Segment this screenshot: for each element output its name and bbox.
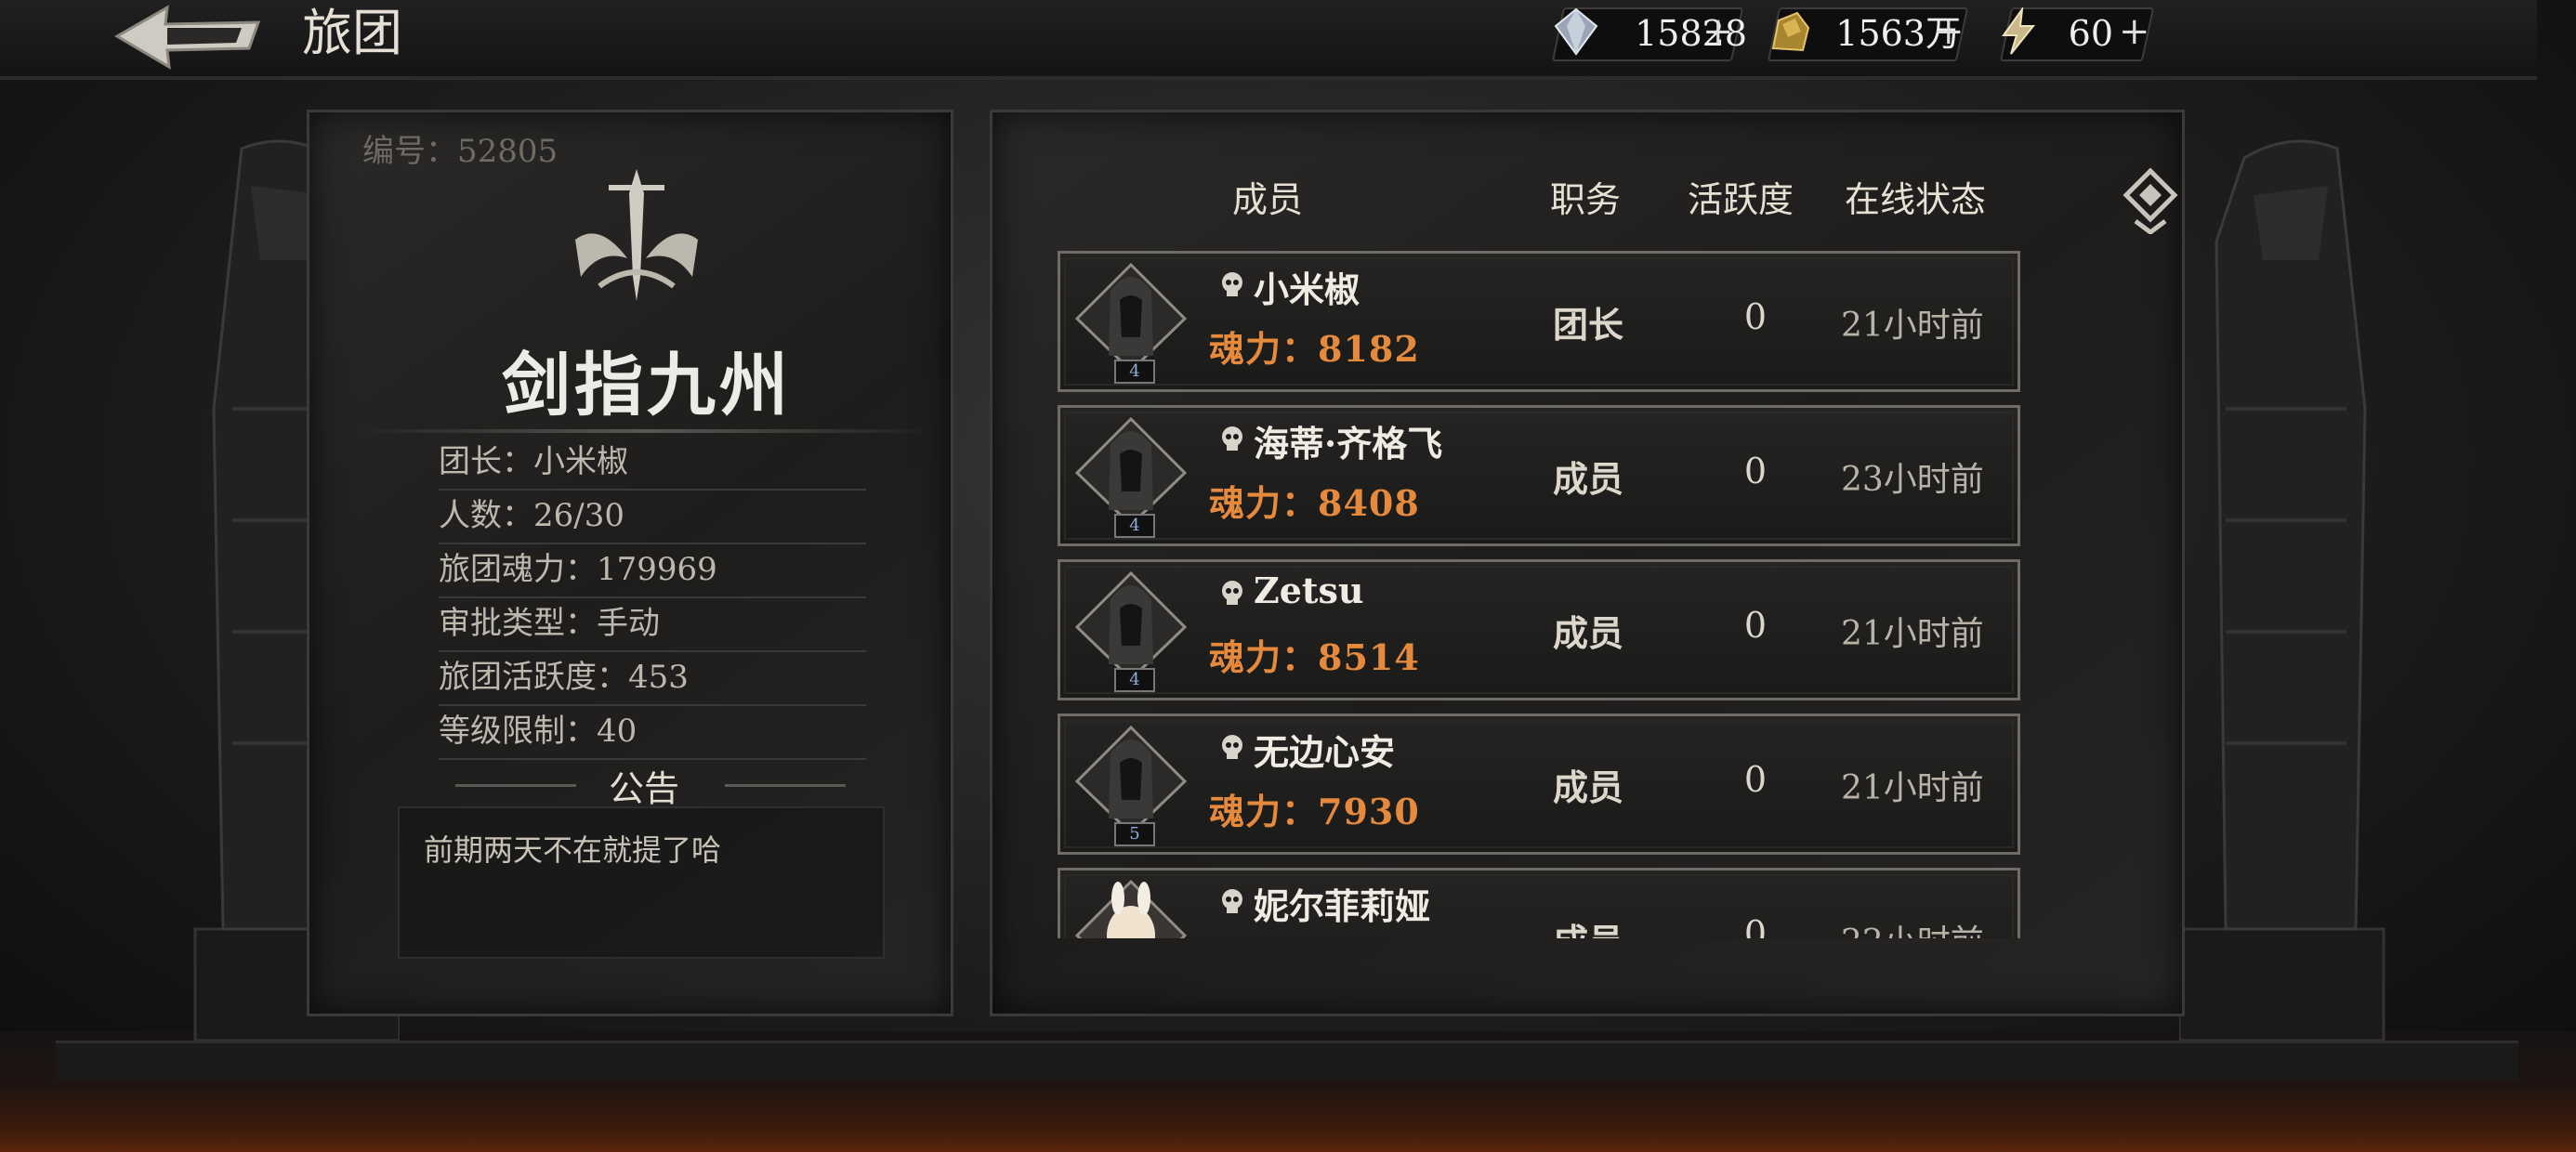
header-online-status: 在线状态: [1845, 179, 1987, 220]
member-activity: 0: [1743, 451, 1768, 491]
member-power: 魂力：8182: [1209, 328, 1420, 370]
member-row[interactable]: 4 小米椒 魂力：8182 团长 0 21小时前: [1058, 251, 2020, 392]
member-row[interactable]: 妮尔菲莉娅 成员 0 22小时前: [1058, 868, 2020, 938]
notice-divider-left: [455, 784, 576, 787]
skull-icon: [1222, 272, 1242, 296]
member-avatar: [1074, 726, 1188, 835]
member-level-badge: 4: [1114, 360, 1155, 384]
member-list[interactable]: 4 小米椒 魂力：8182 团长 0 21小时前 4 海蒂·齐格飞 魂力：840…: [1050, 243, 2035, 938]
member-online-status: 22小时前: [1841, 915, 1984, 938]
member-activity: 0: [1743, 759, 1768, 800]
member-activity: 0: [1743, 913, 1768, 938]
guild-name: 剑指九州: [502, 346, 792, 425]
member-row[interactable]: 4 海蒂·齐格飞 魂力：8408 成员 0 23小时前: [1058, 405, 2020, 546]
header-activity: 活跃度: [1688, 179, 1794, 220]
add-energy-button[interactable]: +: [2119, 6, 2150, 58]
member-power: 魂力：8408: [1209, 482, 1420, 524]
member-power: 魂力：8514: [1209, 636, 1420, 678]
header-role: 职务: [1550, 179, 1622, 220]
divider: [358, 429, 934, 433]
member-role: 成员: [1553, 612, 1624, 654]
top-bar: 旅团 15828 + 1563万 + 60 +: [0, 0, 2537, 80]
member-name: 妮尔菲莉娅: [1254, 885, 1431, 927]
diamond-icon: [1554, 7, 1598, 56]
member-role: 成员: [1553, 458, 1624, 500]
member-level-badge: 4: [1114, 668, 1155, 692]
page-title: 旅团: [302, 4, 402, 62]
member-level-badge: 4: [1114, 514, 1155, 538]
member-row[interactable]: 5 无边心安 魂力：7930 成员 0 21小时前: [1058, 713, 2020, 855]
info-level-limit: 等级限制：40: [439, 704, 866, 760]
skull-icon: [1222, 581, 1242, 605]
sort-filter-icon[interactable]: [2123, 167, 2178, 234]
stone-steps: [56, 1041, 2518, 1080]
info-approval-type: 审批类型：手动: [439, 596, 866, 652]
member-role: 成员: [1553, 913, 1623, 938]
member-role: 成员: [1553, 766, 1624, 808]
back-arrow-icon[interactable]: [110, 2, 268, 71]
member-avatar: [1074, 417, 1188, 527]
member-avatar: [1074, 880, 1188, 938]
info-members: 人数：26/30: [439, 489, 866, 544]
info-guild-power: 旅团魂力：179969: [439, 543, 866, 598]
right-statue: [2179, 139, 2385, 1041]
member-online-status: 23小时前: [1841, 461, 1984, 499]
notice-divider-right: [725, 784, 846, 787]
member-activity: 0: [1743, 605, 1768, 646]
add-gold-button[interactable]: +: [1933, 6, 1965, 58]
notice-title: 公告: [609, 768, 680, 809]
header-member: 成员: [1232, 179, 1304, 220]
member-level-badge: 5: [1114, 822, 1155, 846]
info-leader: 团长：小米椒: [439, 435, 866, 491]
add-diamond-button[interactable]: +: [1702, 6, 1734, 58]
member-power: 魂力：7930: [1209, 791, 1420, 832]
member-role: 团长: [1553, 304, 1624, 346]
member-online-status: 21小时前: [1841, 615, 1984, 653]
info-guild-activity: 旅团活跃度：453: [439, 650, 866, 706]
guild-id: 编号：52805: [362, 133, 559, 170]
member-name: 海蒂·齐格飞: [1254, 423, 1443, 465]
member-name: Zetsu: [1254, 569, 1364, 611]
skull-icon: [1222, 889, 1242, 913]
guild-emblem-icon: [575, 169, 698, 301]
member-online-status: 21小时前: [1841, 769, 1984, 807]
member-avatar: [1074, 263, 1188, 373]
member-avatar: [1074, 571, 1188, 681]
gold-ore-icon: [1771, 11, 1810, 52]
member-activity: 0: [1743, 296, 1768, 337]
energy-count: 60: [2068, 13, 2113, 54]
member-row[interactable]: 4 Zetsu 魂力：8514 成员 0 21小时前: [1058, 559, 2020, 700]
skull-icon: [1222, 426, 1242, 451]
member-name: 小米椒: [1254, 268, 1360, 310]
member-online-status: 21小时前: [1841, 307, 1984, 345]
member-name: 无边心安: [1254, 731, 1396, 773]
skull-icon: [1222, 735, 1242, 759]
notice-text: 前期两天不在就提了哈: [424, 832, 722, 868]
